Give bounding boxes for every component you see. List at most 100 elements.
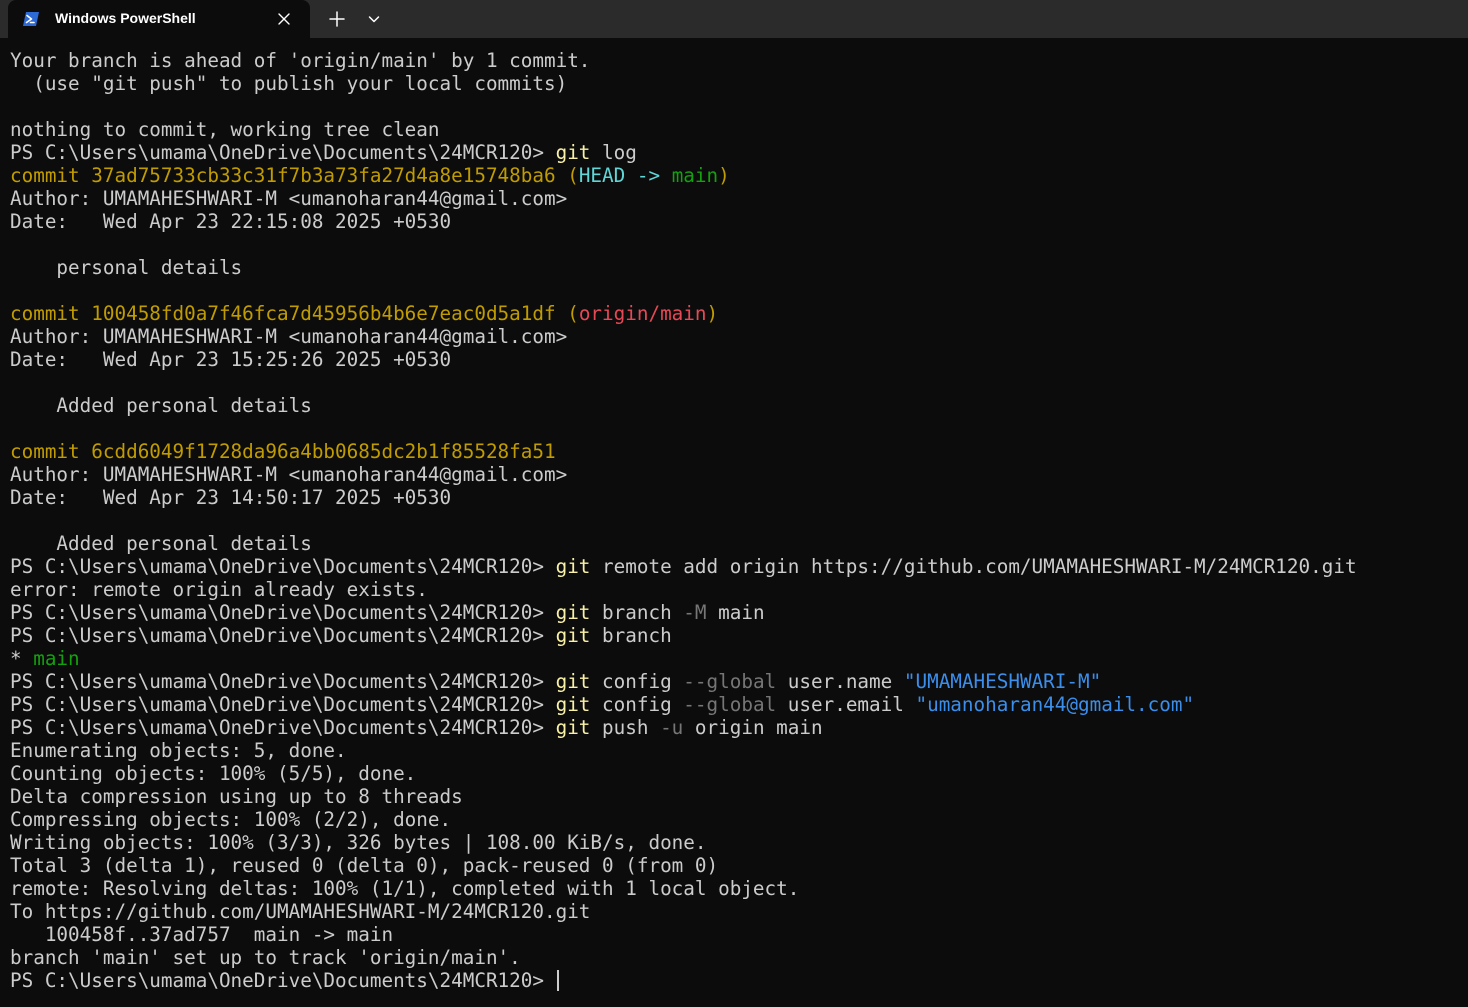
- terminal-line: Date: Wed Apr 23 22:15:08 2025 +0530: [10, 210, 1460, 233]
- terminal-line: 100458f..37ad757 main -> main: [10, 923, 1460, 946]
- terminal-text: error: remote origin already exists.: [10, 578, 428, 601]
- terminal-text: Writing objects: 100% (3/3), 326 bytes |…: [10, 831, 707, 854]
- terminal-line: Compressing objects: 100% (2/2), done.: [10, 808, 1460, 831]
- terminal-text: --global: [683, 693, 777, 716]
- terminal-text: "UMAMAHESHWARI-M": [903, 670, 1102, 693]
- terminal-line: personal details: [10, 256, 1460, 279]
- terminal-text: config: [590, 693, 684, 716]
- terminal-line: Counting objects: 100% (5/5), done.: [10, 762, 1460, 785]
- terminal-line: PS C:\Users\umama\OneDrive\Documents\24M…: [10, 969, 1460, 992]
- terminal-line: Added personal details: [10, 532, 1460, 555]
- terminal-text: branch 'main' set up to track 'origin/ma…: [10, 946, 521, 969]
- terminal-text: commit 6cdd6049f1728da96a4bb0685dc2b1f85…: [10, 440, 556, 463]
- terminal-text: commit 100458fd0a7f46fca7d45956b4b6e7eac…: [10, 302, 568, 325]
- terminal-line: Writing objects: 100% (3/3), 326 bytes |…: [10, 831, 1460, 854]
- terminal-text: Date: Wed Apr 23 22:15:08 2025 +0530: [10, 210, 452, 233]
- terminal-line: Total 3 (delta 1), reused 0 (delta 0), p…: [10, 854, 1460, 877]
- terminal-text: push: [590, 716, 661, 739]
- terminal-text: origin main: [683, 716, 823, 739]
- plus-icon[interactable]: [325, 7, 349, 31]
- terminal-text: Enumerating objects: 5, done.: [10, 739, 347, 762]
- terminal-text: Added personal details: [10, 394, 312, 417]
- terminal-text: main: [33, 647, 80, 670]
- terminal-text: git: [555, 693, 591, 716]
- terminal-text: Total 3 (delta 1), reused 0 (delta 0), p…: [10, 854, 719, 877]
- terminal-text: commit 37ad75733cb33c31f7b3a73fa27d4a8e1…: [10, 164, 568, 187]
- terminal-line: branch 'main' set up to track 'origin/ma…: [10, 946, 1460, 969]
- terminal-line: error: remote origin already exists.: [10, 578, 1460, 601]
- terminal-text: personal details: [10, 256, 243, 279]
- terminal-text: To https://github.com/UMAMAHESHWARI-M/24…: [10, 900, 591, 923]
- terminal-text: remote add origin https://github.com/UMA…: [590, 555, 1357, 578]
- tab-title: Windows PowerShell: [55, 10, 196, 26]
- terminal-text: PS C:\Users\umama\OneDrive\Documents\24M…: [10, 555, 556, 578]
- terminal-text: Date: Wed Apr 23 14:50:17 2025 +0530: [10, 486, 452, 509]
- terminal-line: PS C:\Users\umama\OneDrive\Documents\24M…: [10, 555, 1460, 578]
- terminal-line: commit 37ad75733cb33c31f7b3a73fa27d4a8e1…: [10, 164, 1460, 187]
- terminal-line: PS C:\Users\umama\OneDrive\Documents\24M…: [10, 601, 1460, 624]
- terminal-text: PS C:\Users\umama\OneDrive\Documents\24M…: [10, 670, 556, 693]
- terminal-text: user.email: [776, 693, 916, 716]
- terminal-line: nothing to commit, working tree clean: [10, 118, 1460, 141]
- terminal-text: -M: [683, 601, 707, 624]
- terminal-line: * main: [10, 647, 1460, 670]
- terminal-text: Author: UMAMAHESHWARI-M <umanoharan44@gm…: [10, 325, 568, 348]
- terminal-text: Author: UMAMAHESHWARI-M <umanoharan44@gm…: [10, 463, 568, 486]
- tab-windows-powershell[interactable]: Windows PowerShell: [8, 0, 310, 38]
- terminal-text: ): [718, 164, 730, 187]
- terminal-text: (: [567, 164, 579, 187]
- terminal-text: git: [555, 555, 591, 578]
- terminal-line: PS C:\Users\umama\OneDrive\Documents\24M…: [10, 624, 1460, 647]
- terminal-text: origin/main: [578, 302, 707, 325]
- terminal-text: Added personal details: [10, 532, 312, 555]
- terminal-line: Added personal details: [10, 394, 1460, 417]
- terminal-line: Delta compression using up to 8 threads: [10, 785, 1460, 808]
- chevron-down-icon[interactable]: [362, 7, 386, 31]
- terminal-text: *: [10, 647, 34, 670]
- terminal-line: Your branch is ahead of 'origin/main' by…: [10, 49, 1460, 72]
- terminal-output[interactable]: Your branch is ahead of 'origin/main' by…: [10, 49, 1460, 999]
- terminal-text: config: [590, 670, 684, 693]
- terminal-text: PS C:\Users\umama\OneDrive\Documents\24M…: [10, 601, 556, 624]
- terminal-line: PS C:\Users\umama\OneDrive\Documents\24M…: [10, 716, 1460, 739]
- terminal-text: Date: Wed Apr 23 15:25:26 2025 +0530: [10, 348, 452, 371]
- terminal-text: main: [671, 164, 719, 187]
- terminal-text: Delta compression using up to 8 threads: [10, 785, 463, 808]
- terminal-line: commit 100458fd0a7f46fca7d45956b4b6e7eac…: [10, 302, 1460, 325]
- terminal-text: main: [706, 601, 765, 624]
- terminal-text: remote: Resolving deltas: 100% (1/1), co…: [10, 877, 800, 900]
- terminal-line: PS C:\Users\umama\OneDrive\Documents\24M…: [10, 141, 1460, 164]
- terminal-text: Your branch is ahead of 'origin/main' by…: [10, 49, 591, 72]
- terminal-line: Date: Wed Apr 23 15:25:26 2025 +0530: [10, 348, 1460, 371]
- terminal-line: Author: UMAMAHESHWARI-M <umanoharan44@gm…: [10, 187, 1460, 210]
- terminal-text: --global: [683, 670, 777, 693]
- terminal-text: branch: [590, 601, 684, 624]
- terminal-text: git: [555, 670, 591, 693]
- powershell-icon: [22, 11, 40, 27]
- terminal-text: nothing to commit, working tree clean: [10, 118, 440, 141]
- terminal-text: PS C:\Users\umama\OneDrive\Documents\24M…: [10, 693, 556, 716]
- terminal-line: Date: Wed Apr 23 14:50:17 2025 +0530: [10, 486, 1460, 509]
- close-icon[interactable]: [274, 9, 294, 29]
- terminal-line: To https://github.com/UMAMAHESHWARI-M/24…: [10, 900, 1460, 923]
- terminal-line: Author: UMAMAHESHWARI-M <umanoharan44@gm…: [10, 463, 1460, 486]
- terminal-line: PS C:\Users\umama\OneDrive\Documents\24M…: [10, 693, 1460, 716]
- terminal-text: Counting objects: 100% (5/5), done.: [10, 762, 417, 785]
- terminal-text: "umanoharan44@gmail.com": [915, 693, 1195, 716]
- terminal-text: (: [567, 302, 579, 325]
- terminal-line: commit 6cdd6049f1728da96a4bb0685dc2b1f85…: [10, 440, 1460, 463]
- terminal-text: -u: [660, 716, 684, 739]
- terminal-text: PS C:\Users\umama\OneDrive\Documents\24M…: [10, 969, 556, 992]
- powershell-window: Windows PowerShell Your branch is ahead …: [0, 0, 1468, 1007]
- terminal-text: git: [555, 624, 591, 647]
- terminal-text: Compressing objects: 100% (2/2), done.: [10, 808, 452, 831]
- terminal-text: git: [555, 601, 591, 624]
- terminal-text: ): [706, 302, 719, 325]
- terminal-text: user.name: [776, 670, 904, 693]
- terminal-text: (use "git push" to publish your local co…: [10, 72, 568, 95]
- terminal-text: branch: [590, 624, 672, 647]
